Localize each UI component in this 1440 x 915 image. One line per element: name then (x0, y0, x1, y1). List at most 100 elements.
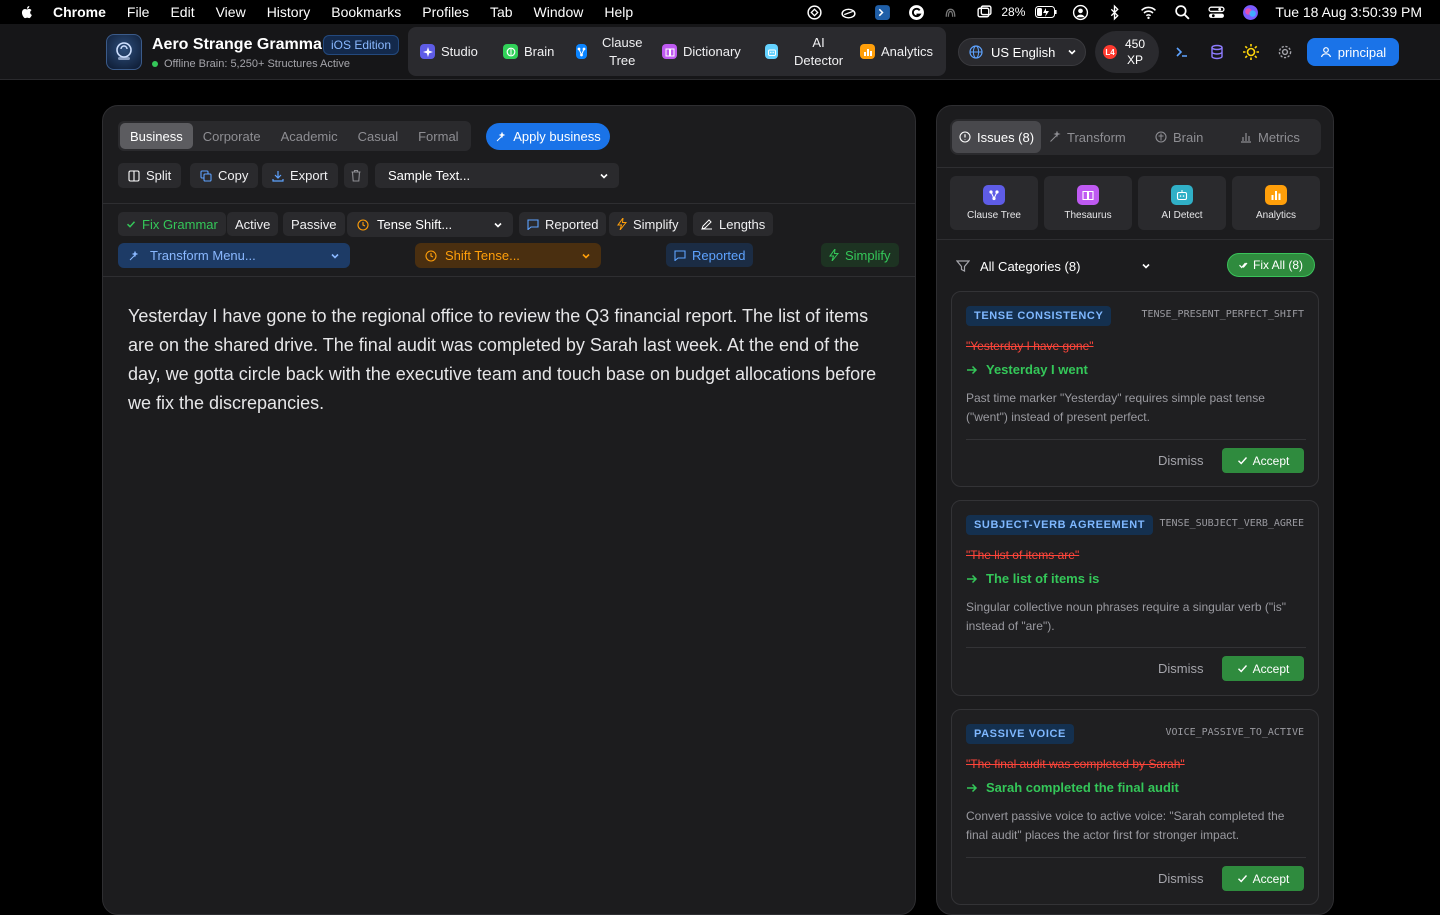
active-voice-button[interactable]: Active (227, 212, 279, 236)
spotlight-search-icon[interactable] (1165, 0, 1199, 24)
database-icon[interactable] (1207, 42, 1227, 62)
tab-issues[interactable]: Issues (8) (952, 121, 1042, 153)
tool-clause-tree[interactable]: Clause Tree (950, 176, 1038, 230)
menu-profiles[interactable]: Profiles (422, 4, 469, 20)
split-view-icon (128, 169, 140, 182)
simplify-button[interactable]: Simplify (609, 212, 687, 236)
cloud-icon[interactable] (831, 0, 865, 24)
menu-tab[interactable]: Tab (490, 4, 513, 20)
tool-thesaurus[interactable]: Thesaurus (1044, 176, 1132, 230)
alert-circle-icon (959, 131, 971, 143)
tone-academic[interactable]: Academic (271, 123, 348, 149)
accept-button[interactable]: Accept (1222, 656, 1304, 681)
clear-button[interactable] (344, 163, 368, 188)
battery-icon[interactable] (1029, 0, 1063, 24)
grammarly-icon[interactable] (899, 0, 933, 24)
passive-voice-button[interactable]: Passive (283, 212, 345, 236)
category-filter[interactable]: All Categories (8) (956, 256, 1151, 276)
user-button[interactable]: principal (1307, 38, 1399, 66)
app-logo[interactable] (106, 34, 142, 70)
sun-icon[interactable] (1241, 42, 1261, 62)
split-button[interactable]: Split (118, 163, 182, 188)
reported-speech-button[interactable]: Reported (519, 212, 607, 236)
download-icon (272, 170, 284, 182)
export-button[interactable]: Export (262, 163, 338, 188)
divider (103, 276, 915, 277)
nav-dictionary[interactable]: Dictionary (662, 27, 741, 76)
tone-corporate[interactable]: Corporate (193, 123, 271, 149)
transform-menu-select[interactable]: Transform Menu... (118, 243, 350, 268)
tab-issues-label: Issues (8) (977, 129, 1035, 145)
nav-clause-tree[interactable]: Clause Tree (576, 27, 642, 76)
gear-icon[interactable] (1275, 42, 1295, 62)
nav-studio[interactable]: Studio (420, 27, 478, 76)
fix-all-button[interactable]: Fix All (8) (1227, 253, 1315, 277)
screens-icon[interactable] (967, 0, 1001, 24)
reported-speech-quick-button[interactable]: Reported (666, 243, 754, 267)
fix-grammar-label: Fix Grammar (142, 216, 218, 232)
chevron-down-icon (600, 173, 608, 179)
editor-textarea[interactable]: Yesterday I have gone to the regional of… (128, 302, 890, 418)
tone-business[interactable]: Business (120, 123, 193, 149)
globe-icon (969, 45, 983, 59)
fix-grammar-button[interactable]: Fix Grammar (118, 212, 226, 236)
wifi-icon[interactable] (1131, 0, 1165, 24)
tool-ai-detect[interactable]: AI Detect (1138, 176, 1226, 230)
accept-button[interactable]: Accept (1222, 866, 1304, 891)
apply-tone-button[interactable]: Apply business (486, 123, 610, 150)
shift-tense-select[interactable]: Shift Tense... (415, 243, 601, 268)
siri-icon[interactable] (1233, 0, 1267, 24)
bluetooth-icon[interactable] (1097, 0, 1131, 24)
chevron-down-icon (1142, 263, 1150, 269)
apple-icon[interactable] (19, 4, 35, 20)
user-account-icon[interactable] (1063, 0, 1097, 24)
tab-brain[interactable]: Brain (1155, 121, 1203, 153)
tab-transform[interactable]: Transform (1049, 121, 1126, 153)
menu-history[interactable]: History (267, 4, 311, 20)
issue-suggestion[interactable]: Yesterday I went (966, 362, 1088, 377)
menu-window[interactable]: Window (534, 4, 584, 20)
menu-help[interactable]: Help (604, 4, 633, 20)
menu-view[interactable]: View (216, 4, 246, 20)
tense-shift-select[interactable]: Tense Shift... (347, 212, 513, 237)
control-center-icon[interactable] (1199, 0, 1233, 24)
tool-label: Analytics (1255, 210, 1296, 221)
lengths-button[interactable]: Lengths (693, 212, 774, 236)
sparkle-icon (496, 131, 506, 141)
tone-casual[interactable]: Casual (348, 123, 408, 149)
user-icon (1320, 47, 1331, 58)
menu-bookmarks[interactable]: Bookmarks (331, 4, 401, 20)
app-title: Aero Strange Grammar (152, 36, 329, 53)
openai-icon[interactable] (797, 0, 831, 24)
menu-edit[interactable]: Edit (170, 4, 194, 20)
battery-percent: 28% (1001, 5, 1026, 19)
tone-formal[interactable]: Formal (408, 123, 468, 149)
nav-brain[interactable]: Brain (503, 27, 554, 76)
menu-app-chrome[interactable]: Chrome (53, 4, 106, 20)
divider (966, 857, 1306, 858)
issue-explanation: Singular collective noun phrases require… (966, 600, 1287, 633)
nav-ai-detector[interactable]: AI Detector (765, 27, 843, 76)
simplify-quick-button[interactable]: Simplify (821, 243, 899, 267)
sample-text-select[interactable]: Sample Text... (375, 163, 619, 188)
dismiss-button[interactable]: Dismiss (1158, 871, 1204, 886)
xp-badge[interactable]: L4 450 XP (1095, 31, 1159, 73)
nav-analytics[interactable]: Analytics (860, 27, 933, 76)
tool-analytics[interactable]: Analytics (1232, 176, 1320, 230)
dismiss-button[interactable]: Dismiss (1158, 661, 1204, 676)
issue-category: TENSE CONSISTENCY (966, 306, 1112, 326)
tab-metrics[interactable]: Metrics (1240, 121, 1300, 153)
issue-suggestion[interactable]: Sarah completed the final audit (966, 780, 1179, 795)
menu-clock[interactable]: Tue 18 Aug 3:50:39 PM (1275, 4, 1422, 20)
menu-file[interactable]: File (127, 4, 150, 20)
dismiss-button[interactable]: Dismiss (1158, 453, 1204, 468)
terminal-icon[interactable] (1172, 42, 1192, 62)
issue-suggestion[interactable]: The list of items is (966, 571, 1099, 586)
speech-bubble-icon (674, 249, 686, 261)
fingerprint-icon[interactable] (933, 0, 967, 24)
terminal-app-icon[interactable] (865, 0, 899, 24)
accept-button[interactable]: Accept (1222, 448, 1304, 473)
issue-explanation: Convert passive voice to active voice: "… (966, 809, 1285, 842)
copy-button[interactable]: Copy (190, 163, 259, 188)
language-select[interactable]: US English (958, 38, 1086, 66)
